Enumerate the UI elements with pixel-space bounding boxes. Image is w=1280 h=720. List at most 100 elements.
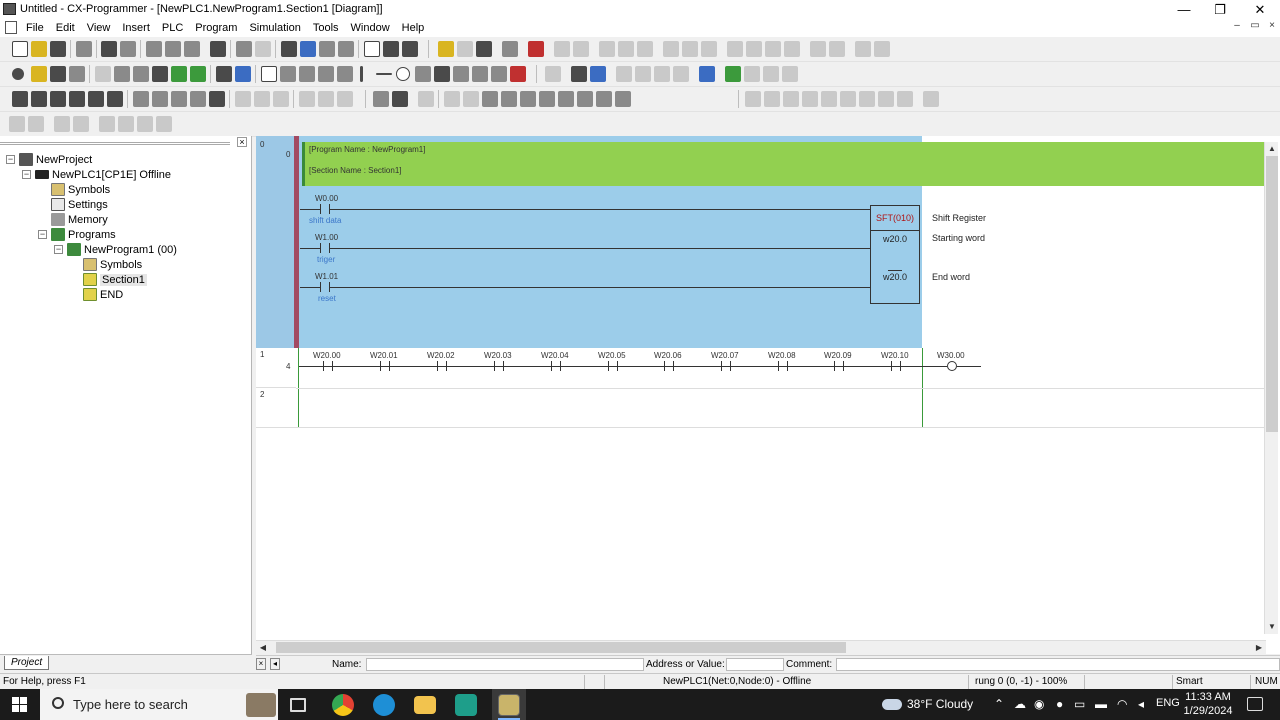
edge-icon[interactable] (373, 694, 395, 716)
menu-view[interactable]: View (86, 21, 117, 35)
scroll-down-icon[interactable]: ▼ (1265, 620, 1279, 634)
hscroll-thumb[interactable] (276, 642, 846, 653)
toolbar-icon[interactable] (476, 41, 492, 57)
toolbar-icon[interactable] (855, 41, 871, 57)
battery-icon[interactable]: ▬ (1095, 697, 1107, 711)
toolbar-icon[interactable] (859, 91, 875, 107)
run-icon[interactable] (482, 91, 498, 107)
menu-window[interactable]: Window (350, 21, 396, 35)
print-preview-icon[interactable] (120, 41, 136, 57)
toolbar-icon[interactable] (502, 41, 518, 57)
toolbar-icon[interactable] (107, 91, 123, 107)
toolbar-icon[interactable] (878, 91, 894, 107)
toolbar-icon[interactable] (337, 91, 353, 107)
scroll-left-icon[interactable]: ◀ (256, 641, 270, 655)
ladder-icon[interactable] (171, 66, 187, 82)
toolbar-icon[interactable] (418, 91, 434, 107)
toolbar-icon[interactable] (673, 66, 689, 82)
toolbar-icon[interactable] (554, 41, 570, 57)
microphone-icon[interactable]: ● (1056, 697, 1063, 711)
output-coil[interactable] (947, 361, 957, 371)
clock-time[interactable]: 11:33 AM (1183, 691, 1233, 703)
undo-icon[interactable] (236, 41, 252, 57)
menu-program[interactable]: Program (194, 21, 243, 35)
menu-tools[interactable]: Tools (312, 21, 345, 35)
toolbar-icon[interactable] (453, 66, 469, 82)
tree-node-newprogram1[interactable]: − NewProgram1 (00) (54, 242, 177, 257)
tab-project[interactable]: Project (4, 656, 50, 670)
help-icon[interactable] (383, 41, 399, 57)
cross-reference-icon[interactable] (319, 41, 335, 57)
grid-icon[interactable] (95, 66, 111, 82)
new-closed-coil-icon[interactable] (415, 66, 431, 82)
toolbar-icon[interactable] (923, 91, 939, 107)
toolbar-icon[interactable] (99, 116, 115, 132)
compare-icon[interactable] (76, 41, 92, 57)
toolbar-icon[interactable] (840, 91, 856, 107)
contact-no[interactable] (320, 243, 330, 253)
tree-node-plc[interactable]: − NewPLC1[CP1E] Offline (22, 167, 171, 182)
contact-no[interactable] (320, 204, 330, 214)
toolbar-icon[interactable] (616, 66, 632, 82)
windows-start-icon[interactable] (12, 697, 27, 712)
delete-icon[interactable] (510, 66, 526, 82)
toolbar-icon[interactable] (491, 66, 507, 82)
menu-edit[interactable]: Edit (55, 21, 81, 35)
weather-text[interactable]: 38°F Cloudy (907, 697, 973, 711)
table-icon[interactable] (235, 66, 251, 82)
menu-plc[interactable]: PLC (161, 21, 189, 35)
toolbar-icon[interactable] (545, 66, 561, 82)
scroll-thumb[interactable] (1266, 156, 1278, 432)
mdi-close-button[interactable]: × (1263, 20, 1280, 31)
monitor-icon[interactable] (152, 66, 168, 82)
ladder-diagram[interactable]: 0 0 [Program Name : NewProgram1] [Sectio… (256, 136, 1280, 654)
minimize-button[interactable]: — (1164, 0, 1204, 19)
toolbar-icon[interactable] (701, 41, 717, 57)
toolbar-icon[interactable] (171, 91, 187, 107)
context-help-icon[interactable] (402, 41, 418, 57)
copy-icon[interactable] (165, 41, 181, 57)
tree-node-project[interactable]: − NewProject (6, 152, 92, 167)
info-icon[interactable] (364, 41, 380, 57)
vertical-scrollbar[interactable]: ▲ ▼ (1264, 142, 1278, 634)
replace-icon[interactable] (300, 41, 316, 57)
redo-icon[interactable] (255, 41, 271, 57)
save-icon[interactable] (50, 41, 66, 57)
tree-node-memory[interactable]: Memory (51, 212, 108, 227)
toolbar-icon[interactable] (392, 91, 408, 107)
new-coil-icon[interactable] (396, 67, 410, 81)
toolbar-icon[interactable] (821, 91, 837, 107)
tree-node-end[interactable]: END (83, 287, 123, 302)
toolbar-icon[interactable] (133, 91, 149, 107)
toolbar-icon[interactable] (299, 91, 315, 107)
toolbar-icon[interactable] (725, 66, 741, 82)
collapse-icon[interactable]: − (22, 170, 31, 179)
toolbar-icon[interactable] (744, 66, 760, 82)
tree-node-section1[interactable]: Section1 (83, 272, 147, 287)
toolbar-icon[interactable] (54, 116, 70, 132)
notification-icon[interactable] (1247, 697, 1263, 711)
mdi-minimize-button[interactable]: – (1228, 20, 1246, 31)
collapse-icon[interactable]: − (54, 245, 63, 254)
toolbar-icon[interactable] (615, 91, 631, 107)
tree-node-symbols[interactable]: Symbols (51, 182, 110, 197)
toolbar-icon[interactable] (874, 41, 890, 57)
toolbar-icon[interactable] (50, 91, 66, 107)
toolbar-icon[interactable] (764, 91, 780, 107)
new-icon[interactable] (12, 41, 28, 57)
toolbar-icon[interactable] (444, 91, 460, 107)
toolbar-icon[interactable] (463, 91, 479, 107)
toolbar-icon[interactable] (137, 116, 153, 132)
pause-icon[interactable] (520, 91, 536, 107)
tree-node-program-symbols[interactable]: Symbols (83, 257, 142, 272)
toolbar-icon[interactable] (152, 91, 168, 107)
menu-help[interactable]: Help (401, 21, 431, 35)
toolbar-icon[interactable] (88, 91, 104, 107)
toolbar-icon[interactable] (254, 91, 270, 107)
name-field[interactable] (366, 658, 644, 671)
symbols-icon[interactable] (114, 66, 130, 82)
close-button[interactable]: ✕ (1240, 0, 1280, 19)
mdi-restore-button[interactable]: ▭ (1246, 20, 1264, 31)
toolbar-icon[interactable] (763, 66, 779, 82)
new-or-contact-icon[interactable] (318, 66, 334, 82)
